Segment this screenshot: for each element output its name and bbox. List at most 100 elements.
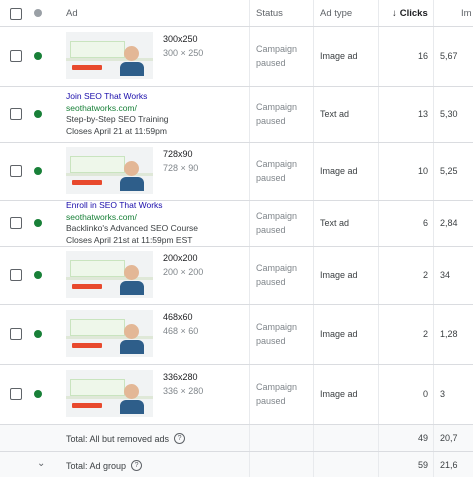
ad-preview-cta xyxy=(72,403,102,408)
ad-preview-face xyxy=(124,161,139,176)
column-divider xyxy=(433,0,434,477)
status-cell: Campaign paused xyxy=(256,102,298,126)
ad-preview-face xyxy=(124,324,139,339)
ad-type-cell: Image ad xyxy=(320,389,358,399)
ad-preview-band xyxy=(66,58,153,61)
ad-size-label[interactable]: 300x250 xyxy=(163,34,198,44)
text-ad-description: Step-by-Step SEO Training xyxy=(66,114,169,124)
column-divider xyxy=(313,0,314,477)
enabled-status-dot xyxy=(34,219,42,227)
text-ad-preview[interactable]: Enroll in SEO That Works seothatworks.co… xyxy=(66,200,198,246)
row-checkbox[interactable] xyxy=(10,217,22,229)
status-cell: Campaign paused xyxy=(256,211,298,235)
row-checkbox[interactable] xyxy=(10,50,22,62)
enabled-status-dot xyxy=(34,167,42,175)
impressions-cell: 34 xyxy=(440,270,451,280)
ad-preview-face xyxy=(124,46,139,61)
clicks-cell: 6 xyxy=(422,218,428,228)
ad-preview-banner xyxy=(70,156,125,173)
ad-type-cell: Image ad xyxy=(320,329,358,339)
total-clicks: 49 xyxy=(417,433,428,443)
ad-size-label[interactable]: 336x280 xyxy=(163,372,198,382)
ad-type-cell: Image ad xyxy=(320,166,358,176)
impressions-cell: 3 xyxy=(440,389,446,399)
ad-type-cell: Text ad xyxy=(320,109,350,119)
total-label: Total: Ad group ? xyxy=(66,460,143,471)
chevron-down-icon[interactable]: ⌄ xyxy=(37,458,45,469)
enabled-status-dot xyxy=(34,390,42,398)
text-ad-description: Backlinko's Advanced SEO Course xyxy=(66,223,199,233)
text-ad-headline[interactable]: Join SEO That Works xyxy=(66,91,169,103)
status-cell: Campaign paused xyxy=(256,322,298,346)
enabled-status-dot xyxy=(34,330,42,338)
enabled-status-dot xyxy=(34,271,42,279)
row-divider xyxy=(0,86,473,87)
status-cell: Campaign paused xyxy=(256,159,298,183)
ad-preview-cta xyxy=(72,65,102,70)
row-divider xyxy=(0,304,473,305)
ad-size-dimensions: 300 × 250 xyxy=(163,48,204,58)
ad-preview-banner xyxy=(70,41,125,58)
help-circle-icon[interactable]: ? xyxy=(131,460,143,471)
arrow-down-icon: ↓ xyxy=(392,7,397,19)
ad-preview-image[interactable] xyxy=(66,370,153,417)
row-divider xyxy=(0,364,473,365)
row-checkbox[interactable] xyxy=(10,388,22,400)
ad-preview-person xyxy=(120,340,144,354)
row-checkbox[interactable] xyxy=(10,328,22,340)
ad-preview-person xyxy=(120,177,144,191)
text-ad-preview[interactable]: Join SEO That Works seothatworks.com/ St… xyxy=(66,91,169,137)
total-row-all-but-removed: Total: All but removed ads ? 49 20,7 xyxy=(0,424,473,451)
row-checkbox[interactable] xyxy=(10,108,22,120)
select-all-checkbox[interactable] xyxy=(10,8,22,20)
ad-size-label[interactable]: 728x90 xyxy=(163,149,193,159)
help-circle-icon[interactable]: ? xyxy=(174,433,186,444)
row-divider xyxy=(0,200,473,201)
ad-preview-person xyxy=(120,281,144,295)
total-clicks: 59 xyxy=(417,460,428,470)
ads-table: Ad Status Ad type ↓ Clicks Im 300x250 300… xyxy=(0,0,473,477)
ad-preview-cta xyxy=(72,284,102,289)
ad-size-dimensions: 728 × 90 xyxy=(163,163,199,173)
impressions-cell: 5,67 xyxy=(440,51,458,61)
ad-preview-face xyxy=(124,265,139,280)
clicks-cell: 2 xyxy=(422,329,428,339)
impressions-cell: 5,30 xyxy=(440,109,458,119)
ad-size-label[interactable]: 200x200 xyxy=(163,253,198,263)
column-header-ad-type[interactable]: Ad type xyxy=(320,0,352,26)
ad-preview-image[interactable] xyxy=(66,147,153,194)
status-cell: Campaign paused xyxy=(256,382,298,406)
column-header-status[interactable]: Status xyxy=(256,0,283,26)
impressions-cell: 1,28 xyxy=(440,329,458,339)
ad-type-cell: Text ad xyxy=(320,218,350,228)
clicks-cell: 16 xyxy=(417,51,428,61)
ad-type-cell: Image ad xyxy=(320,51,358,61)
column-divider xyxy=(249,0,250,477)
column-header-clicks[interactable]: ↓ Clicks xyxy=(392,0,428,26)
ad-preview-band xyxy=(66,173,153,176)
total-label-text: Total: Ad group xyxy=(66,460,127,471)
row-divider xyxy=(0,246,473,247)
ad-preview-image[interactable] xyxy=(66,32,153,79)
column-header-ad[interactable]: Ad xyxy=(66,0,78,26)
ad-preview-image[interactable] xyxy=(66,251,153,298)
ad-preview-banner xyxy=(70,319,125,336)
ad-preview-banner xyxy=(70,260,125,277)
status-cell: Campaign paused xyxy=(256,263,298,287)
text-ad-url: seothatworks.com/ xyxy=(66,211,137,222)
row-checkbox[interactable] xyxy=(10,165,22,177)
ad-size-label[interactable]: 468x60 xyxy=(163,312,193,322)
clicks-cell: 10 xyxy=(417,166,428,176)
clicks-cell: 13 xyxy=(417,109,428,119)
column-divider xyxy=(378,0,379,477)
total-row-ad-group: ⌄ Total: Ad group ? 59 21,6 xyxy=(0,452,473,477)
status-cell: Campaign paused xyxy=(256,44,298,68)
row-checkbox[interactable] xyxy=(10,269,22,281)
ad-preview-cta xyxy=(72,180,102,185)
total-impressions: 20,7 xyxy=(440,433,458,443)
ad-preview-image[interactable] xyxy=(66,310,153,357)
ad-preview-face xyxy=(124,384,139,399)
text-ad-headline[interactable]: Enroll in SEO That Works xyxy=(66,200,198,212)
column-header-impressions[interactable]: Im xyxy=(461,0,472,26)
impressions-cell: 5,25 xyxy=(440,166,458,176)
